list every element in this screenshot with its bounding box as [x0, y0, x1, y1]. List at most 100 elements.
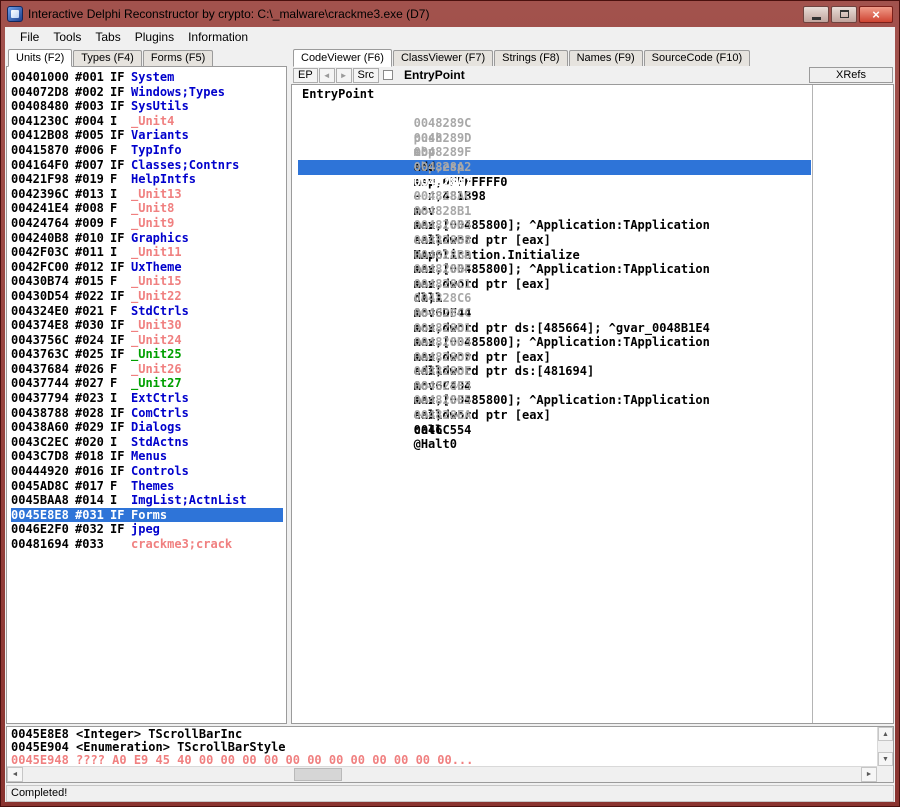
vertical-scroll-track[interactable]	[878, 741, 893, 752]
instruction-operands: @Halt0	[414, 437, 457, 451]
unit-row[interactable]: 00430D54 #022 IF _Unit22	[11, 289, 286, 304]
unit-address: 0045BAA8	[11, 493, 75, 508]
menu-item[interactable]: Tabs	[88, 28, 127, 46]
app-window: Interactive Delphi Reconstructor by cryp…	[0, 0, 900, 807]
menu-item[interactable]: Tools	[46, 28, 88, 46]
scroll-left-icon[interactable]: ◄	[7, 767, 23, 782]
unit-row[interactable]: 0042FC00 #012 IF UxTheme	[11, 260, 286, 275]
unit-number: #014	[75, 493, 110, 508]
left-tab[interactable]: Types (F4)	[73, 50, 142, 66]
unit-row[interactable]: 00481694 #033 crackme3;crack	[11, 537, 286, 552]
close-icon: ×	[872, 8, 880, 21]
close-button[interactable]: ×	[859, 6, 893, 23]
unit-name: _Unit25	[131, 347, 182, 362]
xrefs-column-header[interactable]: XRefs	[809, 67, 893, 83]
unit-name: StdCtrls	[131, 304, 189, 319]
unit-row[interactable]: 004324E0 #021 F StdCtrls	[11, 304, 286, 319]
unit-row[interactable]: 00408480 #003 IF SysUtils	[11, 99, 286, 114]
unit-row[interactable]: 0046E2F0 #032 IF jpeg	[11, 522, 286, 537]
back-icon[interactable]: ◄	[319, 68, 335, 83]
unit-row[interactable]: 00415870 #006 F TypInfo	[11, 143, 286, 158]
right-tab[interactable]: Strings (F8)	[494, 50, 567, 66]
right-tab[interactable]: SourceCode (F10)	[644, 50, 751, 66]
unit-flags: F	[110, 362, 131, 377]
right-tab[interactable]: ClassViewer (F7)	[393, 50, 493, 66]
unit-row[interactable]: 0045BAA8 #014 I ImgList;ActnList	[11, 493, 286, 508]
unit-row[interactable]: 004374E8 #030 IF _Unit30	[11, 318, 286, 333]
right-tab[interactable]: Names (F9)	[569, 50, 643, 66]
scroll-right-icon[interactable]: ►	[861, 767, 877, 782]
src-button[interactable]: Src	[353, 68, 380, 83]
unit-row[interactable]: 0041230C #004 I _Unit4	[11, 114, 286, 129]
right-tab[interactable]: CodeViewer (F6)	[293, 49, 392, 67]
unit-row[interactable]: 0042F03C #011 I _Unit11	[11, 245, 286, 260]
unit-row[interactable]: 004164F0 #007 IF Classes;Contnrs	[11, 158, 286, 173]
horizontal-scrollbar[interactable]: ◄ ►	[7, 766, 877, 782]
disassembly-view[interactable]: EntryPoint 0048289C push ebp 0048289D	[291, 84, 894, 724]
unit-row[interactable]: 00430B74 #015 F _Unit15	[11, 274, 286, 289]
unit-row[interactable]: 00438788 #028 IF ComCtrls	[11, 406, 286, 421]
unit-flags: IF	[110, 318, 131, 333]
menu-item[interactable]: Plugins	[128, 28, 181, 46]
unit-row[interactable]: 0043C2EC #020 I StdActns	[11, 435, 286, 450]
unit-number: #004	[75, 114, 110, 129]
maximize-icon	[840, 10, 849, 18]
unit-row[interactable]: 0045E8E8 #031 IF Forms	[11, 508, 283, 523]
src-checkbox[interactable]	[383, 70, 393, 80]
unit-row[interactable]: 00424764 #009 F _Unit9	[11, 216, 286, 231]
unit-row[interactable]: 00421F98 #019 F HelpIntfs	[11, 172, 286, 187]
maximize-button[interactable]	[831, 6, 857, 23]
unit-address: 0041230C	[11, 114, 75, 129]
unit-number: #020	[75, 435, 110, 450]
scroll-down-icon[interactable]: ▼	[878, 752, 893, 766]
instruction-address: 004828AC	[414, 189, 492, 204]
unit-flags: I	[110, 114, 131, 129]
unit-row[interactable]: 00412B08 #005 IF Variants	[11, 128, 286, 143]
unit-row[interactable]: 0043C7D8 #018 IF Menus	[11, 449, 286, 464]
info-log-lines[interactable]: 0045E8E8 <Integer> TScrollBarInc 0045E90…	[7, 727, 877, 766]
unit-row[interactable]: 004241E4 #008 F _Unit8	[11, 201, 286, 216]
unit-number: #019	[75, 172, 110, 187]
unit-flags: IF	[110, 333, 131, 348]
left-tab[interactable]: Units (F2)	[8, 49, 72, 67]
vertical-scrollbar[interactable]: ▲ ▼	[877, 727, 893, 766]
unit-address: 00430B74	[11, 274, 75, 289]
unit-row[interactable]: 00438A60 #029 IF Dialogs	[11, 420, 286, 435]
unit-row[interactable]: 0043756C #024 IF _Unit24	[11, 333, 286, 348]
app-icon[interactable]	[7, 6, 23, 22]
unit-address: 00481694	[11, 537, 75, 552]
instruction-address: 004828B3	[414, 218, 492, 233]
code-line[interactable]: 0048289C push ebp	[298, 102, 811, 117]
unit-row[interactable]: 00401000 #001 IF System	[11, 70, 286, 85]
unit-address: 0045E8E8	[11, 508, 75, 523]
horizontal-scroll-thumb[interactable]	[294, 768, 342, 781]
unit-row[interactable]: 00444920 #016 IF Controls	[11, 464, 286, 479]
unit-row[interactable]: 00437744 #027 F _Unit27	[11, 376, 286, 391]
unit-flags: I	[110, 435, 131, 450]
unit-row[interactable]: 004240B8 #010 IF Graphics	[11, 231, 286, 246]
unit-address: 00408480	[11, 99, 75, 114]
scroll-up-icon[interactable]: ▲	[878, 727, 893, 741]
info-log-line[interactable]: 0045E948 ???? A0 E9 45 40 00 00 00 00 00…	[11, 754, 877, 766]
unit-row[interactable]: 004072D8 #002 IF Windows;Types	[11, 85, 286, 100]
unit-row[interactable]: 0045AD8C #017 F Themes	[11, 479, 286, 494]
instruction-address: 004828C1	[414, 277, 492, 292]
forward-icon[interactable]: ►	[336, 68, 352, 83]
unit-name: SysUtils	[131, 99, 189, 114]
menu-item[interactable]: File	[13, 28, 46, 46]
left-tab[interactable]: Forms (F5)	[143, 50, 213, 66]
unit-row[interactable]: 00437684 #026 F _Unit26	[11, 362, 286, 377]
unit-flags: F	[110, 201, 131, 216]
ep-button[interactable]: EP	[293, 68, 318, 83]
menu-item[interactable]: Information	[181, 28, 255, 46]
unit-row[interactable]: 0043763C #025 IF _Unit25	[11, 347, 286, 362]
unit-row[interactable]: 00437794 #023 I ExtCtrls	[11, 391, 286, 406]
title-bar[interactable]: Interactive Delphi Reconstructor by cryp…	[5, 1, 895, 27]
unit-number: #025	[75, 347, 110, 362]
xrefs-divider[interactable]	[812, 85, 813, 723]
unit-row[interactable]: 0042396C #013 I _Unit13	[11, 187, 286, 202]
instruction-address: 004828DE	[414, 364, 492, 379]
minimize-button[interactable]	[803, 6, 829, 23]
unit-name: ImgList;ActnList	[131, 493, 247, 508]
instruction-address: 004828EA	[414, 408, 492, 423]
